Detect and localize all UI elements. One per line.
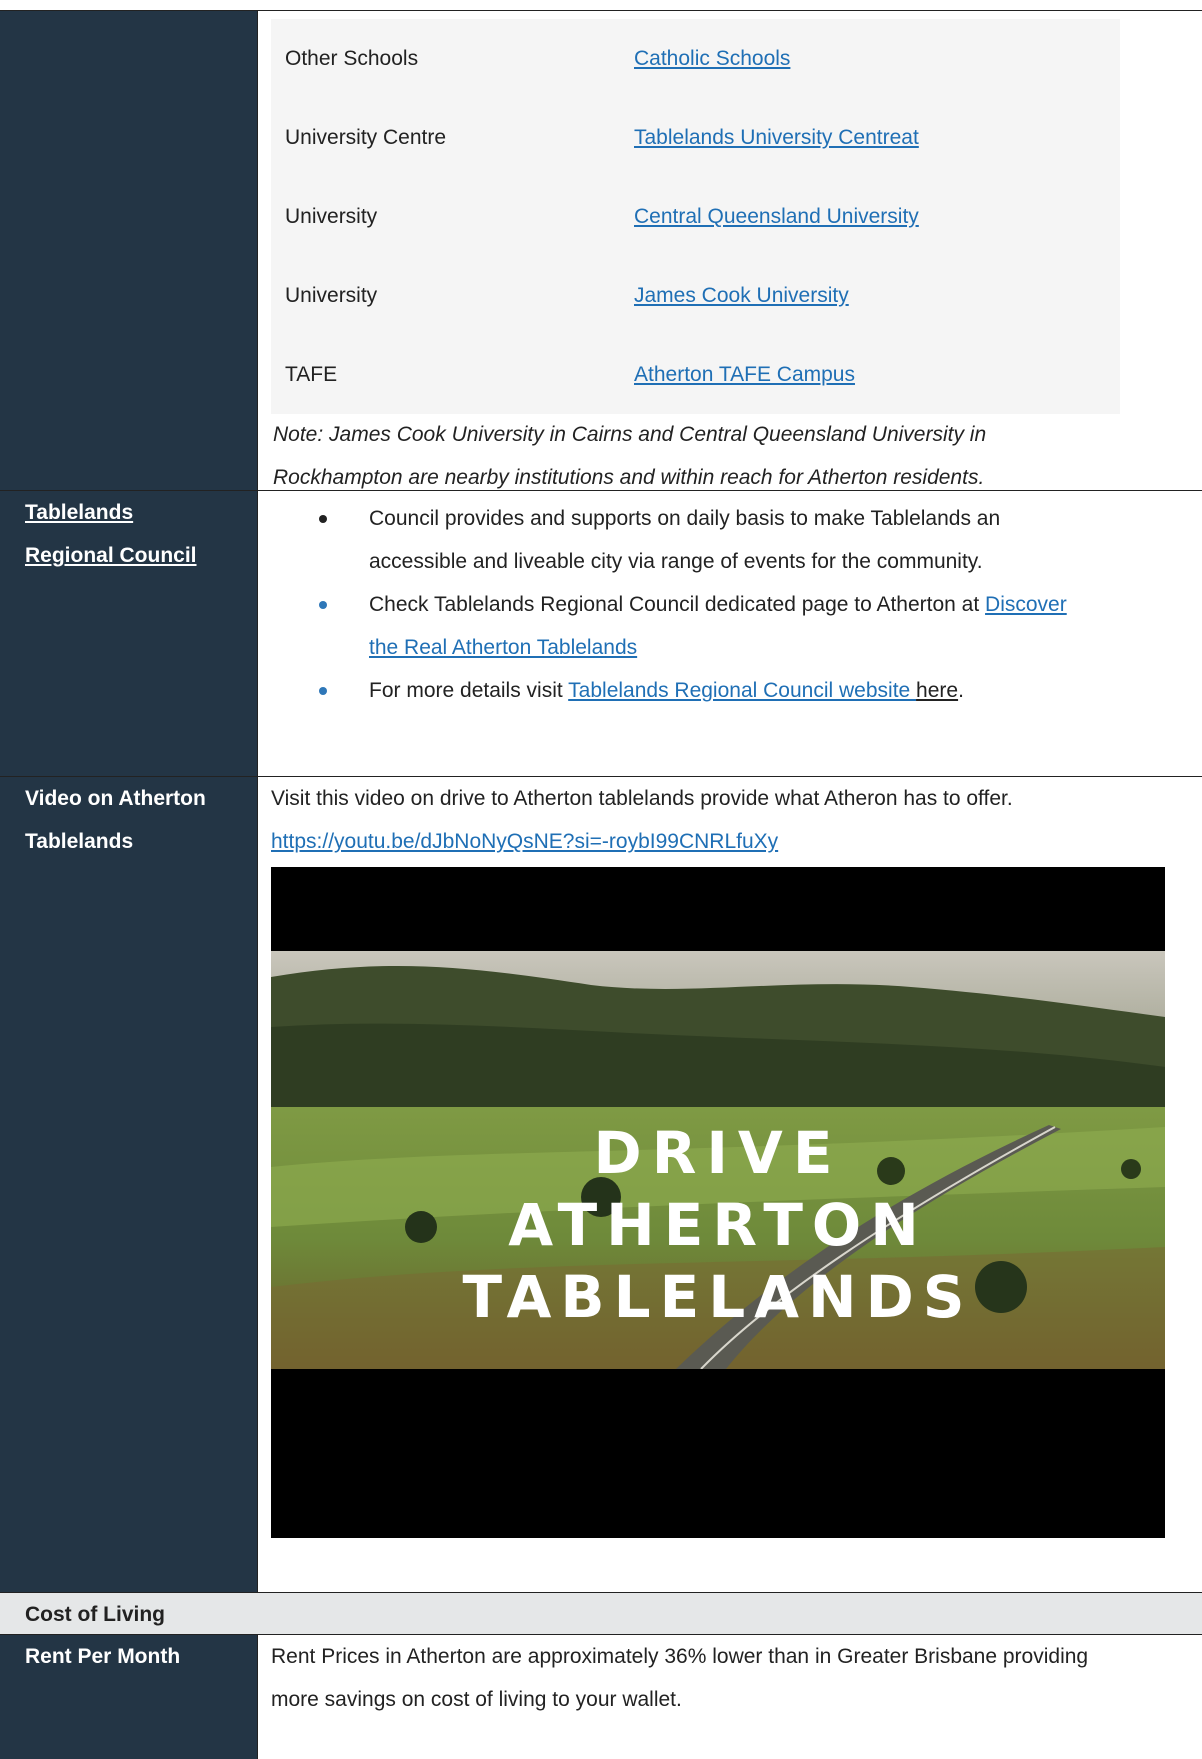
- bullet-icon: [319, 687, 327, 695]
- bullet-text: accessible and liveable city via range o…: [369, 550, 983, 573]
- video-row: Video on Atherton Tablelands Visit this …: [0, 776, 1202, 1593]
- council-label-line2: Regional Council: [25, 544, 197, 567]
- video-thumbnail[interactable]: DRIVE ATHERTON TABLELANDS: [271, 867, 1165, 1538]
- council-label-line1: Tablelands: [25, 501, 134, 524]
- council-bullet: For more details visit Tablelands Region…: [259, 669, 1182, 712]
- video-title-line2: ATHERTON TABLELANDS: [462, 1191, 974, 1331]
- school-type: Other Schools: [285, 47, 419, 70]
- school-link[interactable]: James Cook University: [634, 274, 849, 317]
- schools-row: TAFE Atherton TAFE Campus: [271, 335, 1120, 414]
- bullet-icon: [319, 601, 327, 609]
- rent-line: more savings on cost of living to your w…: [271, 1688, 682, 1711]
- video-label: Video on Atherton Tablelands: [25, 777, 206, 863]
- council-content-cell: Council provides and supports on daily b…: [259, 491, 1202, 777]
- video-title-overlay: DRIVE ATHERTON TABLELANDS: [271, 1117, 1165, 1333]
- council-website-link[interactable]: Tablelands Regional Council website: [568, 679, 916, 702]
- school-type: University: [285, 284, 378, 307]
- rent-label-cell: Rent Per Month: [0, 1635, 258, 1759]
- rent-row: Rent Per Month Rent Prices in Atherton a…: [0, 1634, 1202, 1759]
- bullet-text: Council provides and supports on daily b…: [369, 507, 1001, 530]
- video-label-line1: Video on Atherton: [25, 787, 206, 810]
- schools-row: University James Cook University: [271, 256, 1120, 335]
- bullet-text: For more details visit: [369, 679, 569, 702]
- here-link[interactable]: here: [916, 679, 958, 702]
- bullet-text: .: [958, 679, 964, 702]
- council-label-link[interactable]: Tablelands Regional Council: [25, 501, 197, 567]
- council-row: Tablelands Regional Council Council prov…: [0, 490, 1202, 777]
- education-note: Note: James Cook University in Cairns an…: [273, 413, 1123, 499]
- education-label-cell: [0, 11, 258, 491]
- school-link[interactable]: Atherton TAFE Campus: [634, 353, 855, 396]
- video-description: Visit this video on drive to Atherton ta…: [271, 787, 1013, 810]
- council-bullet-list: Council provides and supports on daily b…: [259, 497, 1182, 712]
- video-url-link[interactable]: https://youtu.be/dJbNoNyQsNE?si=-roybI99…: [271, 820, 778, 863]
- council-bullet: Council provides and supports on daily b…: [259, 497, 1182, 583]
- education-content-cell: Other Schools Catholic Schools Universit…: [259, 11, 1202, 491]
- schools-row: University Central Queensland University: [271, 177, 1120, 256]
- education-row: Other Schools Catholic Schools Universit…: [0, 10, 1202, 491]
- school-type: University: [285, 205, 378, 228]
- bullet-icon: [319, 515, 327, 523]
- video-label-line2: Tablelands: [25, 830, 134, 853]
- discover-link-line1: Discover: [985, 593, 1067, 616]
- page-content: Other Schools Catholic Schools Universit…: [0, 0, 1202, 1759]
- council-label-cell: Tablelands Regional Council: [0, 491, 258, 777]
- council-label: Tablelands Regional Council: [25, 491, 197, 577]
- cost-heading-row: Cost of Living: [0, 1592, 1202, 1635]
- cost-heading: Cost of Living: [0, 1593, 1202, 1635]
- schools-row: Other Schools Catholic Schools: [271, 19, 1120, 98]
- school-type: University Centre: [285, 126, 447, 149]
- video-content-cell: Visit this video on drive to Atherton ta…: [259, 777, 1202, 1593]
- school-link[interactable]: Tablelands University Centreat: [634, 116, 919, 159]
- rent-line: Rent Prices in Atherton are approximatel…: [271, 1645, 1089, 1668]
- rent-label: Rent Per Month: [25, 1645, 181, 1668]
- school-type: TAFE: [285, 363, 338, 386]
- bullet-text: Check Tablelands Regional Council dedica…: [369, 593, 986, 616]
- council-bullet: Check Tablelands Regional Council dedica…: [259, 583, 1182, 669]
- rent-content-cell: Rent Prices in Atherton are approximatel…: [259, 1635, 1202, 1759]
- video-label-cell: Video on Atherton Tablelands: [0, 777, 258, 1593]
- rent-text: Rent Prices in Atherton are approximatel…: [271, 1635, 1088, 1721]
- discover-link-line2: the Real Atherton Tablelands: [369, 636, 638, 659]
- schools-row: University Centre Tablelands University …: [271, 98, 1120, 177]
- schools-table: Other Schools Catholic Schools Universit…: [271, 19, 1120, 414]
- note-line: Note: James Cook University in Cairns an…: [273, 423, 987, 446]
- school-link[interactable]: Central Queensland University: [634, 195, 919, 238]
- video-title-line1: DRIVE: [593, 1119, 843, 1187]
- school-link[interactable]: Catholic Schools: [634, 37, 790, 80]
